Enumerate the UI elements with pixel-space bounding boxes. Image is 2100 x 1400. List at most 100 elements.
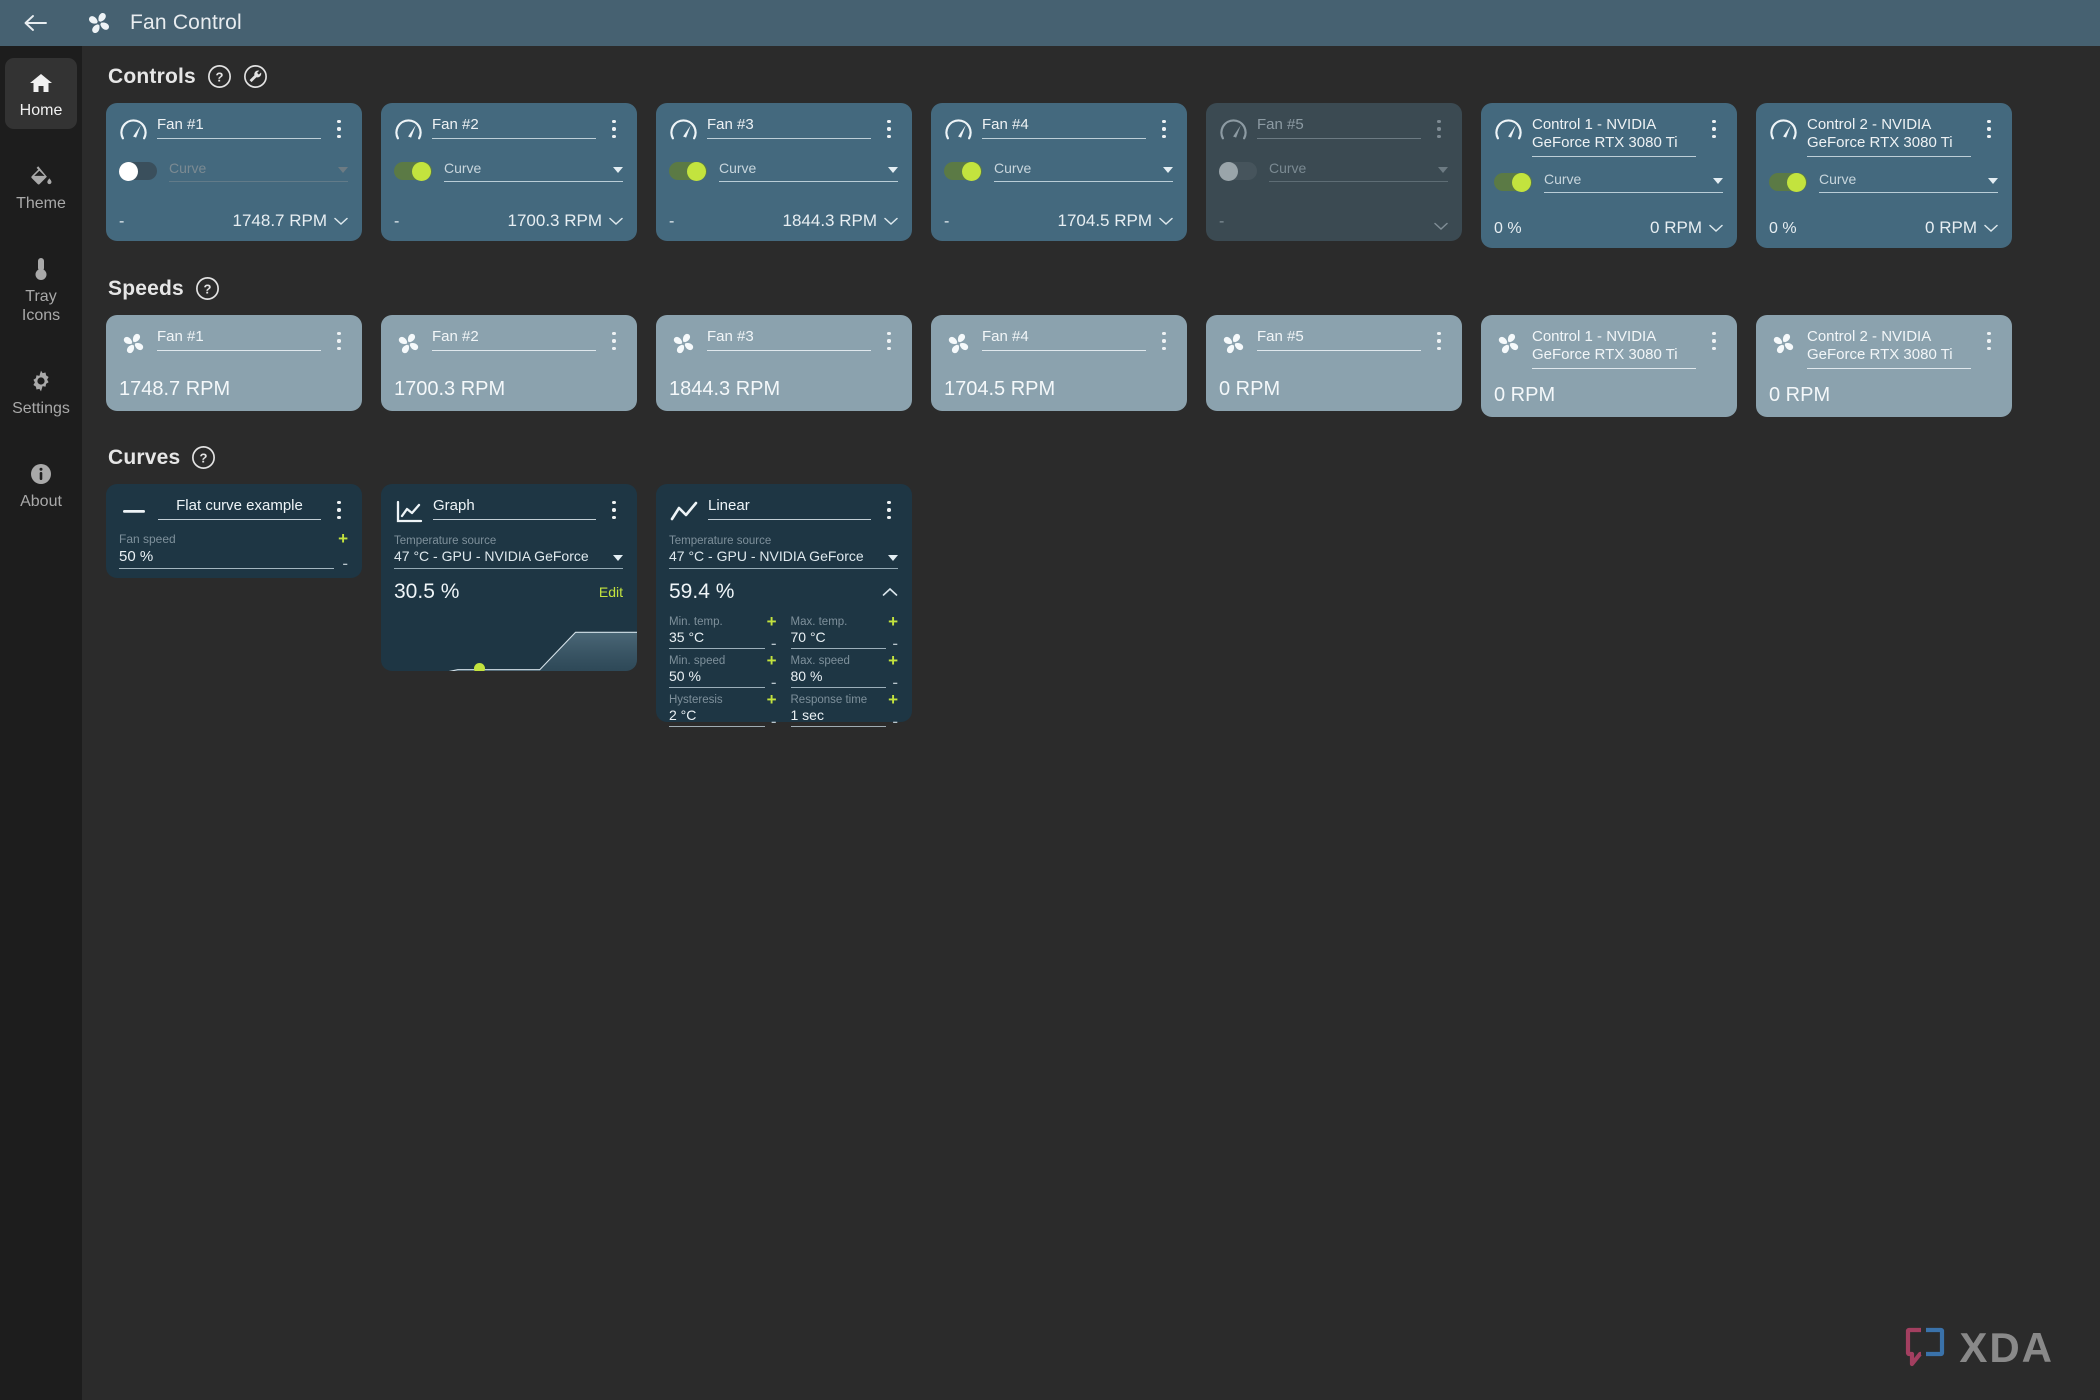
control-name[interactable]: Fan #5: [1257, 116, 1421, 139]
curve-menu-button[interactable]: [880, 497, 898, 520]
wrench-circle-icon[interactable]: [243, 64, 268, 89]
curve-menu-button[interactable]: [605, 497, 623, 520]
chevron-down-icon[interactable]: [609, 217, 623, 226]
back-button[interactable]: [14, 2, 56, 44]
chevron-down-icon[interactable]: [884, 217, 898, 226]
control-curve-select[interactable]: Curve: [1544, 171, 1723, 193]
question-circle-icon[interactable]: ?: [191, 445, 216, 470]
control-enable-toggle[interactable]: [119, 161, 157, 181]
speed-card[interactable]: Fan #3 1844.3 RPM: [656, 315, 912, 411]
linear-field-value[interactable]: 35 °C: [669, 629, 765, 649]
control-menu-button[interactable]: [1155, 116, 1173, 139]
linear-decrement-button[interactable]: -: [892, 635, 898, 652]
speed-menu-button[interactable]: [1980, 328, 1998, 351]
linear-increment-button[interactable]: +: [888, 691, 898, 708]
linear-field-value[interactable]: 70 °C: [790, 629, 887, 649]
linear-increment-button[interactable]: +: [888, 652, 898, 669]
control-card[interactable]: Fan #3 Curve - 1844.3 RPM: [656, 103, 912, 241]
chevron-down-icon[interactable]: [334, 217, 348, 226]
linear-field-value[interactable]: 80 %: [790, 668, 887, 688]
speed-name[interactable]: Fan #1: [157, 328, 321, 351]
sidebar-item-settings[interactable]: Settings: [5, 356, 77, 427]
control-curve-select[interactable]: Curve: [169, 160, 348, 182]
sidebar-item-home[interactable]: Home: [5, 58, 77, 129]
chevron-down-icon[interactable]: [1159, 217, 1173, 226]
chevron-down-icon[interactable]: [1434, 222, 1448, 231]
graph-curve-plot[interactable]: [381, 612, 637, 671]
chevron-down-icon[interactable]: [1984, 224, 1998, 233]
linear-temp-source-select[interactable]: 47 °C - GPU - NVIDIA GeForce RTX: [669, 548, 898, 569]
linear-increment-button[interactable]: +: [767, 613, 777, 630]
speed-name[interactable]: Fan #2: [432, 328, 596, 351]
control-enable-toggle[interactable]: [1494, 172, 1532, 192]
linear-field-value[interactable]: 2 °C: [669, 707, 765, 727]
linear-decrement-button[interactable]: -: [771, 674, 777, 691]
question-circle-icon[interactable]: ?: [207, 64, 232, 89]
sidebar-item-tray-icons[interactable]: Tray Icons: [5, 244, 77, 334]
speed-card[interactable]: Fan #5 0 RPM: [1206, 315, 1462, 411]
chevron-down-icon[interactable]: [1709, 224, 1723, 233]
control-card[interactable]: Fan #1 Curve - 1748.7 RPM: [106, 103, 362, 241]
linear-increment-button[interactable]: +: [767, 652, 777, 669]
curve-card-linear[interactable]: Linear Temperature source 47 °C - GPU - …: [656, 484, 912, 730]
control-card[interactable]: Fan #2 Curve - 1700.3 RPM: [381, 103, 637, 241]
control-curve-select[interactable]: Curve: [1269, 160, 1448, 182]
curve-graph-name[interactable]: Graph: [433, 497, 596, 520]
control-curve-select[interactable]: Curve: [444, 160, 623, 182]
graph-curve-point[interactable]: [474, 663, 485, 671]
control-menu-button[interactable]: [880, 116, 898, 139]
control-enable-toggle[interactable]: [1219, 161, 1257, 181]
sidebar-item-about[interactable]: About: [5, 449, 77, 520]
control-curve-select[interactable]: Curve: [994, 160, 1173, 182]
linear-field-value[interactable]: 1 sec: [790, 707, 887, 727]
linear-decrement-button[interactable]: -: [892, 713, 898, 730]
control-name[interactable]: Fan #1: [157, 116, 321, 139]
linear-field-value[interactable]: 50 %: [669, 668, 765, 688]
control-curve-select[interactable]: Curve: [1819, 171, 1998, 193]
speed-card[interactable]: Fan #4 1704.5 RPM: [931, 315, 1187, 411]
control-enable-toggle[interactable]: [1769, 172, 1807, 192]
control-enable-toggle[interactable]: [944, 161, 982, 181]
speed-menu-button[interactable]: [1155, 328, 1173, 351]
linear-decrement-button[interactable]: -: [771, 635, 777, 652]
speed-name[interactable]: Fan #3: [707, 328, 871, 351]
control-name[interactable]: Fan #2: [432, 116, 596, 139]
control-enable-toggle[interactable]: [394, 161, 432, 181]
control-menu-button[interactable]: [1430, 116, 1448, 139]
control-curve-select[interactable]: Curve: [719, 160, 898, 182]
flat-increment-button[interactable]: +: [338, 530, 348, 547]
speed-menu-button[interactable]: [1705, 328, 1723, 351]
speed-card[interactable]: Fan #2 1700.3 RPM: [381, 315, 637, 411]
control-name[interactable]: Control 2 - NVIDIA GeForce RTX 3080 Ti: [1807, 116, 1971, 157]
control-card[interactable]: Fan #5 Curve -: [1206, 103, 1462, 241]
linear-decrement-button[interactable]: -: [892, 674, 898, 691]
flat-decrement-button[interactable]: -: [342, 555, 348, 572]
speed-menu-button[interactable]: [880, 328, 898, 351]
linear-decrement-button[interactable]: -: [771, 713, 777, 730]
control-menu-button[interactable]: [605, 116, 623, 139]
speed-name[interactable]: Control 1 - NVIDIA GeForce RTX 3080 Ti: [1532, 328, 1696, 369]
chevron-up-icon[interactable]: [882, 587, 898, 597]
graph-temp-source-select[interactable]: 47 °C - GPU - NVIDIA GeForce RTX: [394, 548, 623, 569]
curve-card-graph[interactable]: Graph Temperature source 47 °C - GPU - N…: [381, 484, 637, 671]
speed-card[interactable]: Control 2 - NVIDIA GeForce RTX 3080 Ti 0…: [1756, 315, 2012, 417]
linear-increment-button[interactable]: +: [767, 691, 777, 708]
linear-increment-button[interactable]: +: [888, 613, 898, 630]
speed-name[interactable]: Fan #4: [982, 328, 1146, 351]
control-enable-toggle[interactable]: [669, 161, 707, 181]
speed-card[interactable]: Fan #1 1748.7 RPM: [106, 315, 362, 411]
control-card[interactable]: Fan #4 Curve - 1704.5 RPM: [931, 103, 1187, 241]
speed-menu-button[interactable]: [605, 328, 623, 351]
control-name[interactable]: Control 1 - NVIDIA GeForce RTX 3080 Ti: [1532, 116, 1696, 157]
control-menu-button[interactable]: [330, 116, 348, 139]
control-card[interactable]: Control 1 - NVIDIA GeForce RTX 3080 Ti C…: [1481, 103, 1737, 248]
flat-fan-speed-value[interactable]: 50 %: [119, 548, 335, 569]
question-circle-icon[interactable]: ?: [195, 276, 220, 301]
control-menu-button[interactable]: [1705, 116, 1723, 139]
curve-card-flat[interactable]: Flat curve example Fan speed + 50 % -: [106, 484, 362, 578]
curve-flat-name[interactable]: Flat curve example: [158, 497, 321, 520]
speed-menu-button[interactable]: [330, 328, 348, 351]
speed-card[interactable]: Control 1 - NVIDIA GeForce RTX 3080 Ti 0…: [1481, 315, 1737, 417]
graph-edit-button[interactable]: Edit: [599, 584, 623, 600]
speed-name[interactable]: Fan #5: [1257, 328, 1421, 351]
